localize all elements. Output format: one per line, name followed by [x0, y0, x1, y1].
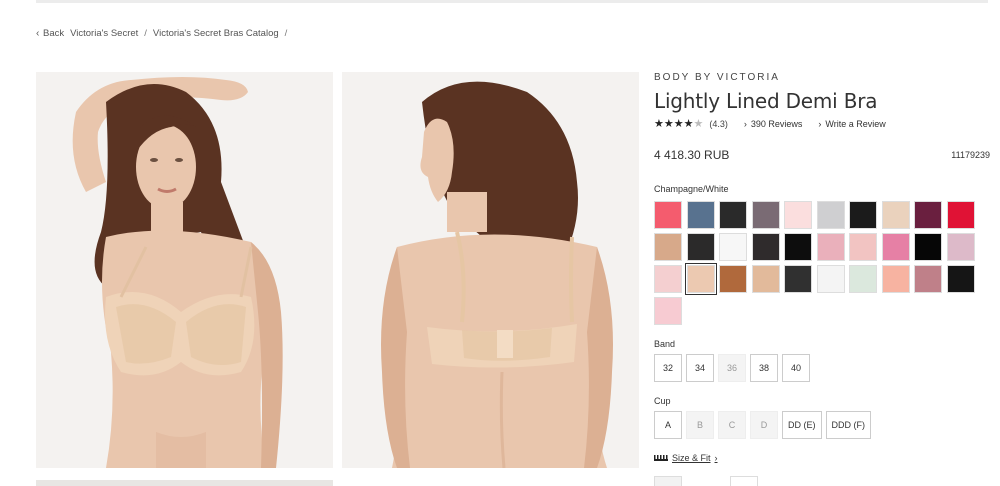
back-link[interactable]: ‹ Back	[36, 28, 64, 39]
color-swatch[interactable]	[784, 233, 812, 261]
color-swatch[interactable]	[719, 265, 747, 293]
reviews-link[interactable]: › 390 Reviews	[744, 119, 803, 129]
color-swatch[interactable]	[654, 201, 682, 229]
half-star-icon: ★	[693, 118, 704, 130]
color-swatch[interactable]	[946, 265, 975, 293]
star-rating: ★★★★★	[654, 117, 703, 130]
model-front-illustration	[36, 72, 333, 468]
cup-size-option[interactable]: C	[718, 411, 746, 439]
cup-size-option[interactable]: B	[686, 411, 714, 439]
back-label: Back	[42, 28, 65, 39]
product-info: BODY BY VICTORIA Lightly Lined Demi Bra …	[654, 72, 990, 463]
chevron-left-icon: ‹	[36, 28, 40, 39]
reviews-count: 390 Reviews	[750, 118, 803, 129]
thumbnail-strip[interactable]	[36, 480, 333, 486]
cup-size-option[interactable]: DD (E)	[782, 411, 822, 439]
selected-color-label: Champagne/White	[654, 184, 729, 194]
color-swatch[interactable]	[719, 233, 747, 261]
color-swatch[interactable]	[881, 201, 910, 229]
product-price: 4 418.30 RUB	[654, 148, 730, 162]
chevron-right-icon: ›	[714, 453, 718, 463]
quantity-decrement-button[interactable]	[654, 476, 682, 486]
product-image-front[interactable]	[36, 72, 333, 468]
breadcrumb-victorias-secret[interactable]: Victoria's Secret	[70, 28, 138, 39]
filled-stars: ★★★★	[654, 118, 694, 130]
band-size-options: 32 34 36 38 40	[654, 354, 990, 382]
color-swatch[interactable]	[686, 233, 715, 261]
product-sku: 11179239	[951, 150, 990, 160]
ruler-icon	[654, 455, 668, 461]
rating-value: (4.3)	[709, 118, 728, 129]
size-fit-label: Size & Fit	[672, 453, 711, 463]
color-swatch[interactable]	[914, 265, 942, 293]
color-swatch[interactable]	[849, 233, 877, 261]
band-size-option[interactable]: 34	[686, 354, 714, 382]
color-swatch[interactable]	[751, 201, 780, 229]
color-swatch[interactable]	[751, 233, 780, 261]
color-swatch[interactable]	[684, 263, 717, 295]
color-swatch[interactable]	[914, 233, 942, 261]
band-label: Band	[654, 339, 676, 349]
color-swatch[interactable]	[751, 265, 780, 293]
color-swatch[interactable]	[849, 265, 877, 293]
color-swatch[interactable]	[719, 201, 747, 229]
brand-name: BODY BY VICTORIA	[654, 72, 780, 83]
breadcrumb-separator: /	[144, 28, 147, 39]
color-swatch[interactable]	[849, 201, 877, 229]
color-swatch[interactable]	[816, 233, 845, 261]
ratings-row: ★★★★★ (4.3) › 390 Reviews › Write a Revi…	[654, 117, 990, 130]
product-image-back[interactable]	[342, 72, 639, 468]
chevron-right-icon: ›	[818, 118, 822, 129]
cup-label: Cup	[654, 396, 671, 406]
color-swatch[interactable]	[654, 233, 682, 261]
cup-size-options: A B C D DD (E) DDD (F)	[654, 411, 990, 439]
write-review-label: Write a Review	[825, 118, 886, 129]
color-swatch[interactable]	[784, 201, 812, 229]
color-swatch[interactable]	[654, 265, 682, 293]
color-swatch[interactable]	[686, 201, 715, 229]
price-row: 4 418.30 RUB 11179239	[654, 148, 990, 162]
band-size-option[interactable]: 40	[782, 354, 810, 382]
band-size-option[interactable]: 36	[718, 354, 746, 382]
color-swatch[interactable]	[784, 265, 812, 293]
write-review-link[interactable]: › Write a Review	[818, 119, 885, 129]
size-fit-link[interactable]: Size & Fit ›	[654, 453, 990, 463]
color-swatch[interactable]	[654, 297, 682, 325]
color-swatch-grid	[654, 201, 990, 325]
color-swatch[interactable]	[881, 265, 910, 293]
color-swatch[interactable]	[881, 233, 910, 261]
band-size-option[interactable]: 38	[750, 354, 778, 382]
color-swatch[interactable]	[946, 201, 975, 229]
breadcrumb-bras-catalog[interactable]: Victoria's Secret Bras Catalog	[153, 28, 279, 39]
top-divider	[36, 0, 988, 3]
color-swatch[interactable]	[816, 201, 845, 229]
color-swatch[interactable]	[816, 265, 845, 293]
chevron-right-icon: ›	[743, 118, 747, 129]
cup-size-option[interactable]: D	[750, 411, 778, 439]
cup-size-option[interactable]: A	[654, 411, 682, 439]
breadcrumb-separator: /	[284, 28, 288, 39]
product-title: Lightly Lined Demi Bra	[654, 89, 878, 113]
cup-size-option[interactable]: DDD (F)	[825, 411, 871, 439]
color-swatch[interactable]	[946, 233, 975, 261]
model-back-illustration	[342, 72, 639, 468]
breadcrumb: ‹ Back Victoria's Secret / Victoria's Se…	[36, 28, 287, 39]
quantity-increment-button[interactable]	[730, 476, 758, 486]
color-swatch[interactable]	[914, 201, 942, 229]
band-size-option[interactable]: 32	[654, 354, 682, 382]
